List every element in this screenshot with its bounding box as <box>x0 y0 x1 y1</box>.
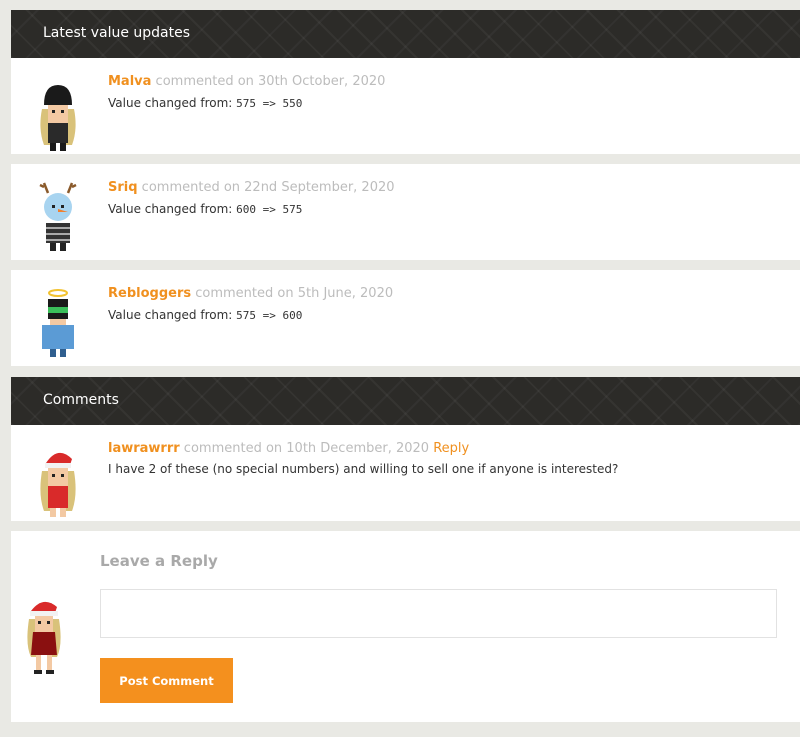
value-change-label: Value changed from: <box>108 96 237 110</box>
value-change: 600 => 575 <box>236 203 303 216</box>
value-update-item: Malva commented on 30th October, 2020 Va… <box>11 58 800 154</box>
avatar-santa-hat-full-icon <box>27 601 61 674</box>
reply-form: Leave a Reply Post Comment <box>11 531 800 722</box>
comment-author[interactable]: Sriq <box>108 180 138 195</box>
value-change: 575 => 550 <box>236 97 303 110</box>
comment-author[interactable]: lawrawrrr <box>108 441 180 456</box>
reply-link[interactable]: Reply <box>433 441 469 456</box>
value-updates-header: Latest value updates <box>11 10 800 58</box>
comment-date: commented on 22nd September, 2020 <box>137 180 395 195</box>
avatar-black-hat-icon <box>40 85 76 151</box>
avatar-santa-hat-icon <box>40 452 76 517</box>
value-change: 575 => 600 <box>236 309 303 322</box>
value-update-item: Rebloggers commented on 5th June, 2020 V… <box>11 270 800 366</box>
reply-form-title: Leave a Reply <box>100 552 218 570</box>
comment-date: commented on 10th December, 2020 <box>179 441 434 456</box>
comment-date: commented on 5th June, 2020 <box>191 286 394 301</box>
value-change-label: Value changed from: <box>108 308 237 322</box>
comment-item: lawrawrrr commented on 10th December, 20… <box>11 425 800 521</box>
value-updates-title: Latest value updates <box>43 25 191 41</box>
comment-author[interactable]: Malva <box>108 74 151 89</box>
comments-title: Comments <box>43 392 119 408</box>
value-update-item: Sriq commented on 22nd September, 2020 V… <box>11 164 800 260</box>
value-change-label: Value changed from: <box>108 202 237 216</box>
comments-header: Comments <box>11 377 800 425</box>
avatar-halo-helmet-icon <box>42 289 74 357</box>
avatar-snowman-antlers-icon <box>39 182 77 251</box>
comment-author[interactable]: Rebloggers <box>108 286 191 301</box>
comment-input[interactable] <box>100 589 777 638</box>
comment-date: commented on 30th October, 2020 <box>151 74 386 89</box>
post-comment-button[interactable]: Post Comment <box>100 658 233 703</box>
comment-text: I have 2 of these (no special numbers) a… <box>108 462 619 476</box>
